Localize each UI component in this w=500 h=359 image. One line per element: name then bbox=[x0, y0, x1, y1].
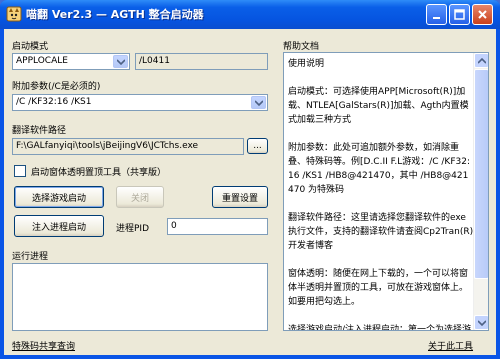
launch-mode-select[interactable]: APPLOCALE bbox=[12, 53, 130, 70]
title-bar[interactable]: 喵翻 Ver2.3 — AGTH 整合启动器 bbox=[0, 0, 500, 29]
transparency-checkbox-label: 启动窗体透明置顶工具（共享版） bbox=[31, 168, 167, 178]
translator-path-value: F:\GALfanyiqi\tools\jBeijingV6\JCTchs.ex… bbox=[16, 141, 199, 151]
minimize-button[interactable] bbox=[426, 4, 447, 25]
client-area: 启动模式 APPLOCALE /L0411 附加参数(/C是必须的) /C /K… bbox=[4, 29, 496, 355]
scroll-thumb[interactable] bbox=[474, 69, 488, 279]
help-text: 使用说明 启动模式：可选择使用APP[Microsoft(R)]加载、NTLEA… bbox=[288, 59, 474, 331]
maximize-button[interactable] bbox=[449, 4, 470, 25]
translator-path-label: 翻译软件路径 bbox=[12, 126, 67, 136]
minimize-icon bbox=[432, 16, 440, 19]
maximize-icon bbox=[454, 9, 465, 20]
app-cat-icon bbox=[6, 6, 22, 22]
running-process-list[interactable] bbox=[12, 263, 268, 331]
browse-button[interactable]: ... bbox=[247, 138, 268, 154]
close-button: 关闭 bbox=[116, 186, 164, 208]
help-label: 帮助文档 bbox=[283, 42, 320, 52]
pid-value: 0 bbox=[171, 221, 177, 231]
help-scrollbar[interactable] bbox=[473, 53, 488, 330]
launch-mode-label: 启动模式 bbox=[12, 42, 49, 52]
launch-mode-value: APPLOCALE bbox=[16, 56, 68, 66]
special-code-link[interactable]: 特殊码共享查询 bbox=[12, 339, 75, 352]
inject-process-button[interactable]: 注入进程启动 bbox=[14, 215, 104, 237]
scroll-down-icon[interactable] bbox=[474, 315, 488, 330]
extra-params-value: /C /KF32:16 /KS1 bbox=[16, 97, 92, 107]
extra-params-combo[interactable]: /C /KF32:16 /KS1 bbox=[12, 94, 268, 111]
translator-path-field[interactable]: F:\GALfanyiqi\tools\jBeijingV6\JCTchs.ex… bbox=[12, 138, 244, 155]
launch-mode-extra-value: /L0411 bbox=[139, 56, 170, 66]
pid-label: 进程PID bbox=[116, 224, 150, 234]
chevron-down-icon[interactable] bbox=[113, 55, 128, 68]
chevron-down-icon[interactable] bbox=[251, 96, 266, 109]
reset-settings-button[interactable]: 重置设置 bbox=[212, 186, 268, 208]
close-window-button[interactable] bbox=[472, 4, 493, 25]
transparency-checkbox[interactable] bbox=[14, 165, 26, 177]
scroll-up-icon[interactable] bbox=[474, 53, 488, 68]
close-icon bbox=[478, 10, 487, 19]
running-process-label: 运行进程 bbox=[12, 252, 49, 262]
select-game-button[interactable]: 选择游戏启动 bbox=[14, 186, 104, 208]
launch-mode-extra-field[interactable]: /L0411 bbox=[135, 53, 268, 70]
about-link[interactable]: 关于此工具 bbox=[428, 339, 473, 352]
help-document[interactable]: 使用说明 启动模式：可选择使用APP[Microsoft(R)]加载、NTLEA… bbox=[283, 52, 489, 331]
app-window: 喵翻 Ver2.3 — AGTH 整合启动器 启动模式 APPLOCALE /L… bbox=[0, 0, 500, 359]
pid-input[interactable]: 0 bbox=[167, 218, 268, 235]
window-title: 喵翻 Ver2.3 — AGTH 整合启动器 bbox=[26, 8, 204, 21]
extra-params-label: 附加参数(/C是必须的) bbox=[12, 82, 101, 92]
